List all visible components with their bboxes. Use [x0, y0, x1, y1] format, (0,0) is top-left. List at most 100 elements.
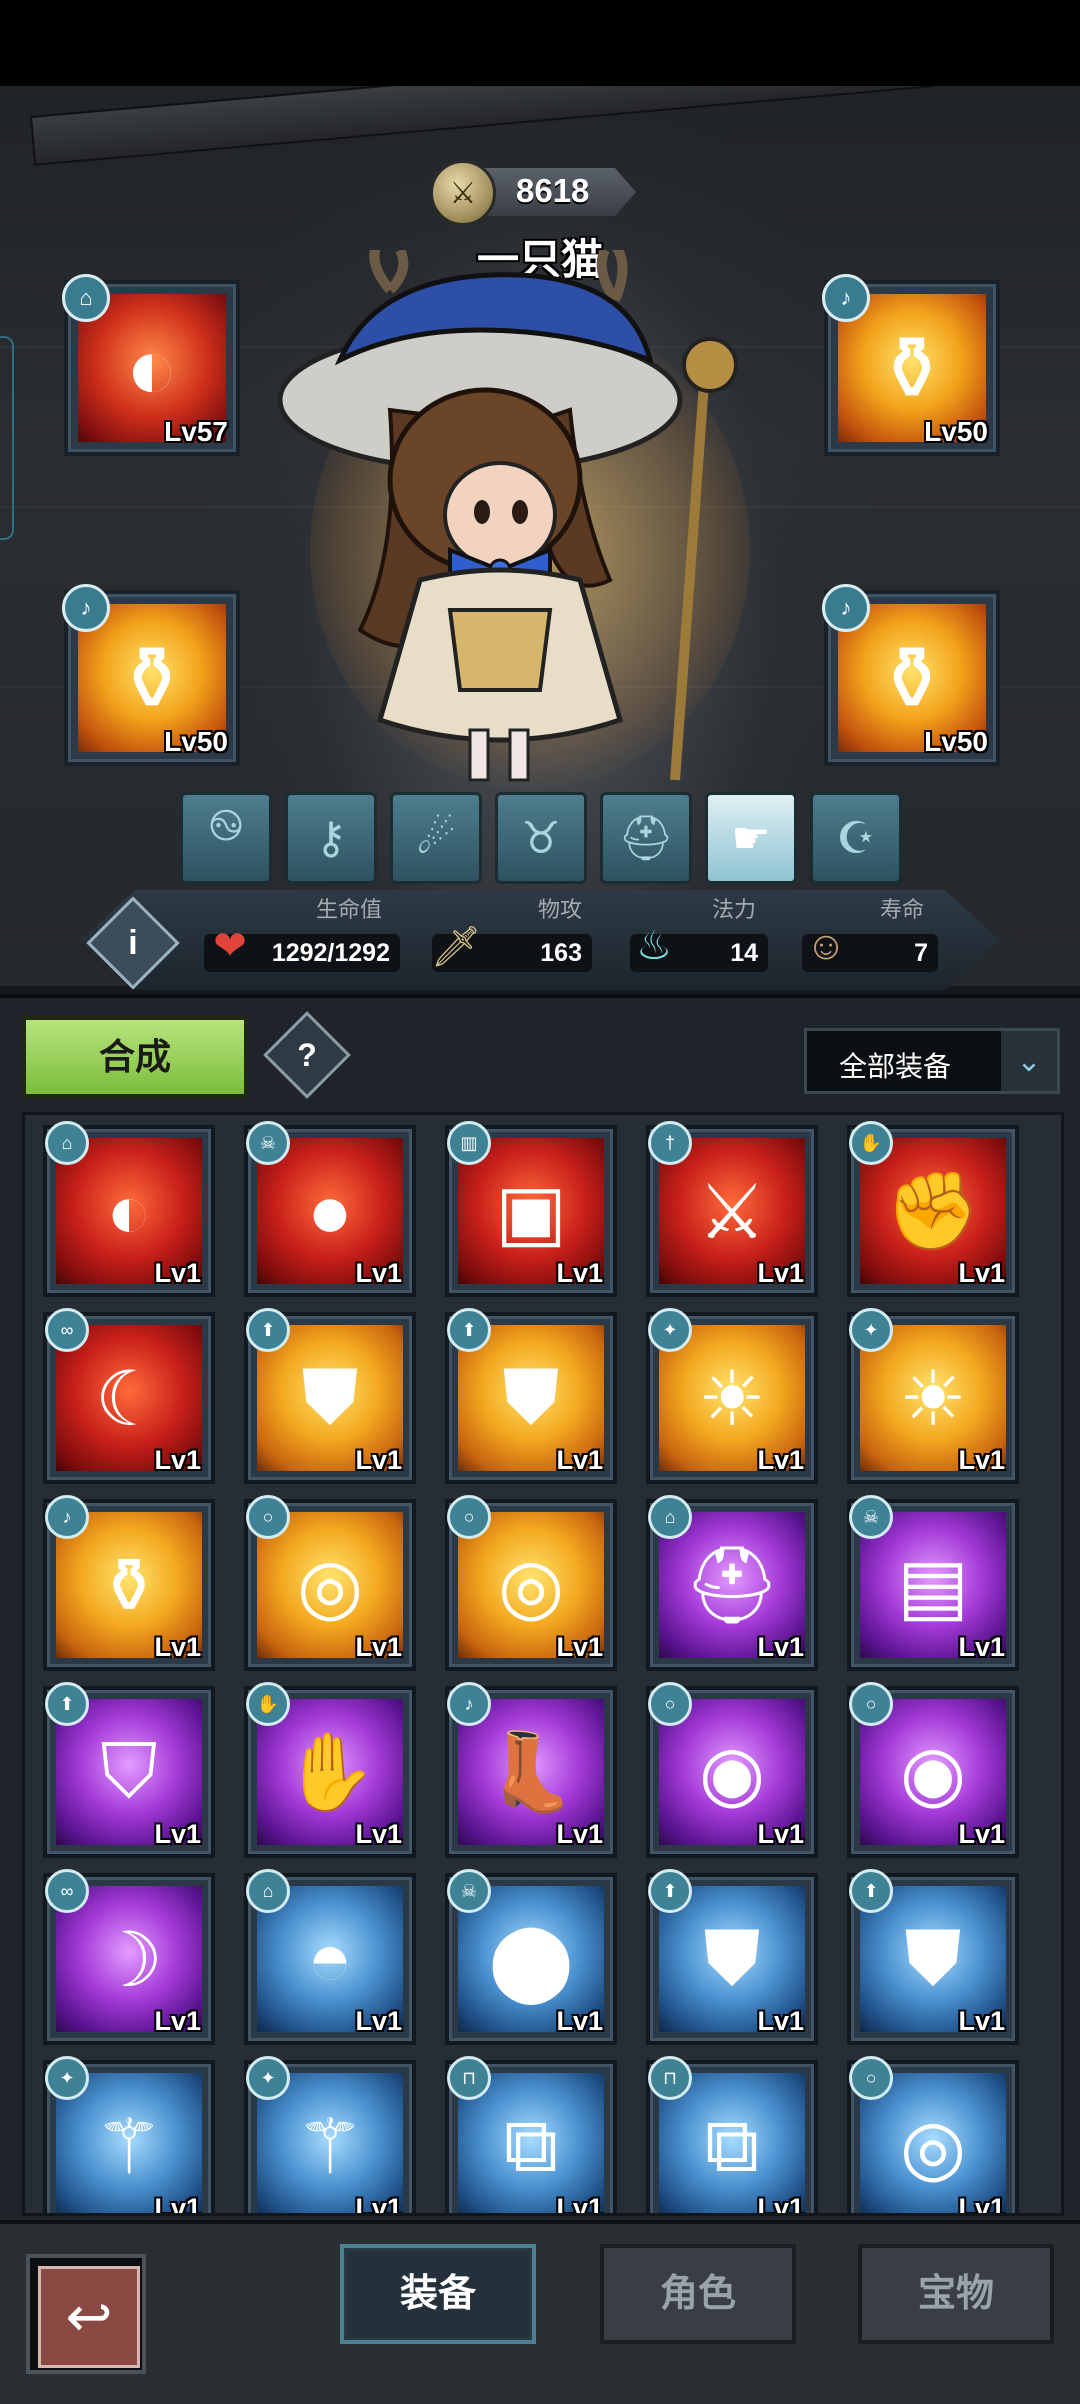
inventory-item[interactable]: ▣ ▥ Lv1	[445, 1121, 617, 1297]
inventory-item[interactable]: ◐ ⌂ Lv1	[43, 1121, 215, 1297]
item-level: Lv1	[958, 1258, 1005, 1288]
hp-label: 生命值	[316, 897, 383, 922]
equip-slot-top-right[interactable]: ⚱ ♪ Lv50	[822, 274, 1000, 456]
magic-label: 法力	[712, 897, 757, 922]
inventory-item[interactable]: ✋ ✋ Lv1	[244, 1682, 416, 1858]
inventory-item[interactable]: ☾ ∞ Lv1	[43, 1308, 215, 1484]
staff-icon: ✦	[246, 2056, 290, 2100]
glove-icon: ✋	[246, 1682, 290, 1726]
equipment-filter-select[interactable]: 全部装备 ⌄	[804, 1028, 1060, 1094]
inventory-item[interactable]: ⚱ ♪ Lv1	[43, 1495, 215, 1671]
inventory-item[interactable]: ◎ ○ Lv1	[847, 2056, 1019, 2213]
hero-face-icon: ☺	[805, 923, 847, 968]
hat-icon: ⌂	[246, 1869, 290, 1913]
inventory-item[interactable]: ⚚ ✦ Lv1	[43, 2056, 215, 2216]
inventory-item[interactable]: ⬤ ☠ Lv1	[445, 1869, 617, 2045]
hand-skill-icon[interactable]: ☛	[705, 792, 797, 884]
item-level: Lv1	[355, 1445, 402, 1475]
inventory-item[interactable]: ◉ ○ Lv1	[847, 1682, 1019, 1858]
inventory-item[interactable]: ☀ ✦ Lv1	[646, 1308, 818, 1484]
attack-label: 物攻	[538, 897, 583, 922]
inventory-item[interactable]: ⚚ ✦ Lv1	[244, 2056, 416, 2213]
inventory-item[interactable]: ⛑ ⌂ Lv1	[646, 1495, 818, 1671]
back-button[interactable]: ↩	[26, 2254, 146, 2374]
skull-icon: ☠	[447, 1869, 491, 1913]
inventory-item[interactable]: ◎ ○ Lv1	[244, 1495, 416, 1671]
help-button[interactable]: ?	[263, 1011, 351, 1099]
item-level: Lv1	[757, 2006, 804, 2036]
inventory-item[interactable]: ◓ ⌂ Lv1	[244, 1869, 416, 2045]
shield-icon: ⬆	[45, 1682, 89, 1726]
inventory-item[interactable]: ◉ ○ Lv1	[646, 1682, 818, 1858]
shield-icon: ⬆	[246, 1308, 290, 1352]
back-arrow-icon: ↩	[38, 2266, 140, 2368]
sword-icon: †	[648, 1121, 692, 1165]
inventory-item[interactable]: ⧉ ⊓ Lv1	[646, 2056, 818, 2216]
equip-slot-mid-left[interactable]: ⚱ ♪ Lv50	[62, 584, 240, 766]
demon-skill-icon[interactable]: ♉	[495, 792, 587, 884]
item-level: Lv1	[556, 1819, 603, 1849]
inventory-item[interactable]: ☽ ∞ Lv1	[43, 1869, 215, 2045]
inventory-grid[interactable]: ◐ ⌂ Lv1 ● ☠ Lv1 ▣ ▥ Lv1 ⚔ † Lv1 ✊ ✋ Lv1 ☾ ∞ Lv1 ⛊ ⬆ Lv1 ⛊ ⬆ Lv1…	[22, 1112, 1064, 2216]
filter-selected-value: 全部装备	[839, 1051, 952, 1082]
item-level: Lv1	[556, 2006, 603, 2036]
equip-slot-top-left[interactable]: ◐ ⌂ Lv57	[62, 274, 240, 456]
inventory-item[interactable]: ✊ ✋ Lv1	[847, 1121, 1019, 1297]
item-level: Lv1	[757, 1819, 804, 1849]
tab-treasure[interactable]: 宝物	[858, 2244, 1054, 2344]
inventory-item[interactable]: ⛉ ⬆ Lv1	[43, 1682, 215, 1858]
inventory-item[interactable]: ● ☠ Lv1	[244, 1121, 416, 1297]
inventory-item[interactable]: ◎ ○ Lv1	[445, 1495, 617, 1671]
item-level: Lv1	[757, 1632, 804, 1662]
sword-medal-icon: ⚔	[430, 160, 496, 226]
status-bar	[0, 0, 1080, 86]
inventory-item[interactable]: ⛊ ⬆ Lv1	[445, 1308, 617, 1484]
shield-icon: ⬆	[447, 1308, 491, 1352]
inventory-item[interactable]: 👢 ♪ Lv1	[445, 1682, 617, 1858]
necklace-icon: ∞	[45, 1308, 89, 1352]
shield-icon: ⬆	[849, 1869, 893, 1913]
item-level: Lv1	[556, 2193, 603, 2216]
item-level: Lv1	[757, 2193, 804, 2216]
inventory-item[interactable]: ⛊ ⬆ Lv1	[847, 1869, 1019, 2045]
flame-icon: ♨	[636, 924, 672, 968]
inventory-item[interactable]: ⛊ ⬆ Lv1	[646, 1869, 818, 2045]
equip-slot-mid-right[interactable]: ⚱ ♪ Lv50	[822, 584, 1000, 766]
boot-icon: ♪	[822, 274, 870, 322]
item-level: Lv1	[154, 2193, 201, 2216]
inventory-item[interactable]: ☀ ✦ Lv1	[847, 1308, 1019, 1484]
swirl-skill-icon[interactable]: ࿊	[180, 792, 272, 884]
staff-icon: ✦	[648, 1308, 692, 1352]
hero-character[interactable]	[270, 250, 790, 810]
item-level: Lv1	[556, 1445, 603, 1475]
skull-icon: ☠	[246, 1121, 290, 1165]
inventory-item[interactable]: ⧉ ⊓ Lv1	[445, 2056, 617, 2216]
inventory-item[interactable]: ⛊ ⬆ Lv1	[244, 1308, 416, 1484]
inventory-panel: 合成 ? 全部装备 ⌄ ◐ ⌂ Lv1 ● ☠ Lv1 ▣ ▥ Lv1 ⚔ † Lv1 ✊ ✋ Lv1 ☾ ∞ L…	[0, 994, 1080, 2224]
hat-icon: ⌂	[45, 1121, 89, 1165]
inventory-item[interactable]: ⚔ † Lv1	[646, 1121, 818, 1297]
tab-character[interactable]: 角色	[600, 2244, 796, 2344]
help-icon: ?	[297, 1036, 317, 1073]
moon-heart-skill-icon[interactable]: ☪	[810, 792, 902, 884]
item-level: Lv1	[355, 2006, 402, 2036]
sword-icon: 🗡	[430, 924, 482, 969]
pants-icon: ⊓	[648, 2056, 692, 2100]
merge-button[interactable]: 合成	[22, 1016, 248, 1098]
helmet-skill-icon[interactable]: ⛑	[600, 792, 692, 884]
ring-icon: ○	[246, 1495, 290, 1539]
chevron-down-icon[interactable]: ⌄	[1001, 1031, 1057, 1091]
skill-bar: ࿊ ⚷ ☄ ♉ ⛑ ☛ ☪	[180, 792, 902, 884]
necklace-icon: ∞	[45, 1869, 89, 1913]
inventory-item[interactable]: ▤ ☠ Lv1	[847, 1495, 1019, 1671]
boot-icon: ♪	[45, 1495, 89, 1539]
claw-skill-icon[interactable]: ☄	[390, 792, 482, 884]
ring-icon: ○	[849, 2056, 893, 2100]
item-level: Lv1	[154, 1445, 201, 1475]
item-level: Lv1	[757, 1258, 804, 1288]
key-skill-icon[interactable]: ⚷	[285, 792, 377, 884]
boot-icon: ♪	[822, 584, 870, 632]
side-drawer-handle[interactable]	[0, 336, 14, 540]
tab-equipment[interactable]: 装备	[340, 2244, 536, 2344]
ring-icon: ○	[648, 1682, 692, 1726]
